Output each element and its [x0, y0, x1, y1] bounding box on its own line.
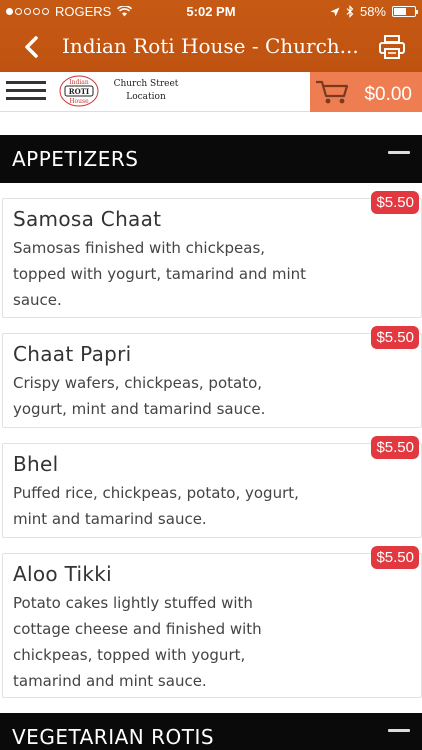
- page-title: Indian Roti House - Church...: [62, 34, 359, 58]
- price-badge[interactable]: $5.50: [371, 546, 419, 569]
- menu-item-name: Aloo Tikki: [13, 562, 112, 586]
- menu-item-description: Puffed rice, chickpeas, potato, yogurt, …: [13, 484, 299, 528]
- price-badge[interactable]: $5.50: [371, 191, 419, 214]
- battery-percent: 58%: [359, 4, 386, 19]
- location-line-2: Location: [126, 92, 166, 102]
- section-title: APPETIZERS: [12, 147, 139, 171]
- printer-icon[interactable]: [378, 34, 406, 60]
- battery-icon: [392, 6, 418, 17]
- menu-item[interactable]: Aloo Tikki Potato cakes lightly stuffed …: [2, 546, 422, 698]
- section-title: VEGETARIAN ROTIS: [12, 725, 215, 749]
- price-badge[interactable]: $5.50: [371, 326, 419, 349]
- logo-text-top: Indian: [69, 79, 89, 86]
- section-header-vegetarian-rotis[interactable]: VEGETARIAN ROTIS: [0, 713, 422, 750]
- menu-item-name: Samosa Chaat: [13, 207, 162, 231]
- cart-total: $0.00: [364, 84, 412, 105]
- sub-header: Indian ROTI House Church Street Location…: [0, 72, 422, 112]
- menu-item-name: Bhel: [13, 452, 59, 476]
- cart-button[interactable]: $0.00: [310, 72, 422, 112]
- bluetooth-icon: [346, 5, 354, 18]
- location-line-1: Church Street: [113, 79, 179, 89]
- logo-text-bottom: House: [69, 98, 89, 105]
- location-label: Church Street Location: [106, 78, 186, 104]
- shopping-cart-icon: [316, 80, 349, 104]
- top-bar: ROGERS 5:02 PM 58% Indian Roti House - C…: [0, 0, 422, 72]
- location-arrow-icon: [330, 7, 340, 16]
- section-header-appetizers[interactable]: APPETIZERS: [0, 135, 422, 183]
- menu-item-name: Chaat Papri: [13, 342, 132, 366]
- restaurant-logo[interactable]: Indian ROTI House: [58, 74, 100, 108]
- menu-item[interactable]: Chaat Papri Crispy wafers, chickpeas, po…: [2, 326, 422, 428]
- status-bar: ROGERS 5:02 PM 58%: [0, 0, 422, 24]
- menu-item-description: Samosas finished with chickpeas, topped …: [13, 239, 307, 309]
- collapse-icon[interactable]: [388, 149, 410, 155]
- menu-item[interactable]: Bhel Puffed rice, chickpeas, potato, yog…: [2, 436, 422, 538]
- price-badge[interactable]: $5.50: [371, 436, 419, 459]
- back-chevron-icon[interactable]: [18, 32, 46, 62]
- collapse-icon[interactable]: [388, 727, 410, 733]
- logo-text-middle: ROTI: [69, 87, 89, 96]
- hamburger-menu-icon[interactable]: [6, 76, 46, 108]
- menu-item[interactable]: Samosa Chaat Samosas finished with chick…: [2, 191, 422, 318]
- menu-item-description: Potato cakes lightly stuffed with cottag…: [13, 594, 262, 690]
- menu-item-description: Crispy wafers, chickpeas, potato, yogurt…: [13, 374, 266, 418]
- navigation-bar: Indian Roti House - Church...: [0, 24, 422, 72]
